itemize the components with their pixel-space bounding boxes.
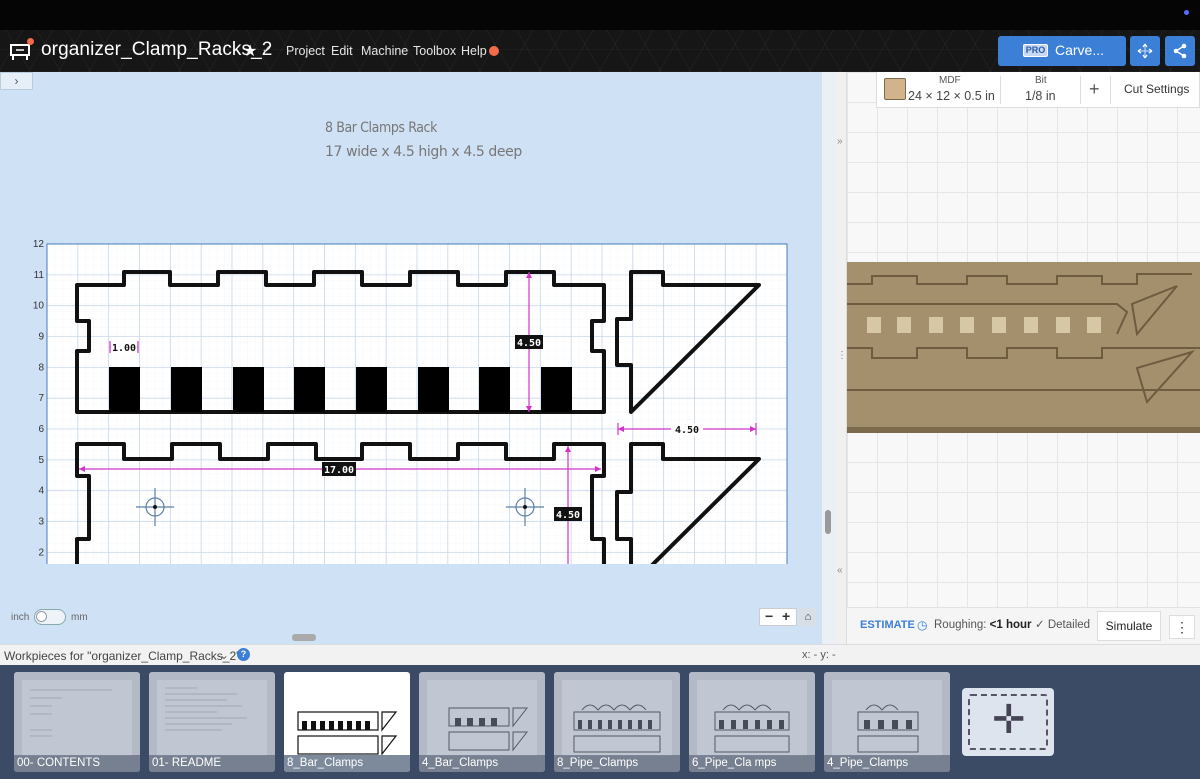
zoom-in-button[interactable]: + — [782, 608, 790, 624]
workpiece-card-active[interactable]: 8_Bar_Clamps — [284, 672, 410, 772]
y-tick-label: 4 — [38, 486, 44, 497]
workpieces-strip: 00- CONTENTS 01- README 8_Bar_Clamps 4_B… — [0, 665, 1200, 779]
workpieces-title: Workpieces for "organizer_Clamp_Racks_2" — [4, 649, 241, 663]
chevron-down-icon[interactable]: ⌄ — [219, 648, 229, 662]
material-name[interactable]: MDF — [939, 75, 961, 86]
menu-help[interactable]: Help — [461, 44, 487, 58]
clock-icon: ◷ — [917, 618, 928, 632]
unit-toggle[interactable] — [34, 609, 66, 625]
design-canvas[interactable]: › 8 Bar Clamps Rack 17 wide x 4.5 high x… — [0, 72, 836, 644]
notification-dot — [27, 38, 34, 45]
app-header: organizer_Clamp_Racks_2 ★ ✓ Project Edit… — [0, 30, 1200, 72]
workpiece-card[interactable]: 6_Pipe_Cla mps — [689, 672, 815, 772]
workpiece-label: 01- README — [149, 755, 275, 772]
workpiece-label: 8_Pipe_Clamps — [554, 755, 680, 772]
menu-edit[interactable]: Edit — [331, 44, 353, 58]
y-tick-label: 8 — [38, 362, 44, 373]
carve-button[interactable]: PRO Carve... — [998, 36, 1126, 66]
workpiece-label: 4_Bar_Clamps — [419, 755, 545, 772]
roughing-estimate: Roughing: <1 hour — [934, 619, 1032, 631]
cut-settings-button[interactable]: Cut Settings — [1124, 82, 1189, 96]
share-button[interactable] — [1165, 36, 1195, 66]
panel-collapse-bar[interactable]: » ⋮ « — [836, 72, 847, 644]
material-dimensions[interactable]: 24 × 12 × 0.5 in — [908, 89, 995, 103]
horizontal-scroll-thumb[interactable] — [292, 634, 316, 641]
machine-icon[interactable] — [9, 38, 34, 61]
status-dot — [1184, 10, 1189, 15]
cursor-coordinates: x: - y: - — [802, 649, 836, 661]
y-tick-label: 6 — [38, 424, 44, 435]
simulate-button[interactable]: Simulate — [1097, 611, 1161, 641]
collapse-left-icon: « — [837, 565, 843, 576]
help-notification-dot — [489, 46, 499, 56]
share-icon — [1173, 43, 1187, 59]
vertical-scroll-thumb[interactable] — [825, 510, 831, 534]
estimate-label[interactable]: ESTIMATE — [860, 619, 915, 631]
expand-sidebar-button[interactable]: › — [0, 72, 33, 90]
workpieces-header: Workpieces for "organizer_Clamp_Racks_2"… — [0, 644, 1200, 665]
machine-position-button[interactable] — [1130, 36, 1160, 66]
menu-project[interactable]: Project — [286, 44, 325, 58]
system-top-strip — [0, 0, 1200, 30]
workpiece-card[interactable]: 4_Bar_Clamps — [419, 672, 545, 772]
menu-toolbox[interactable]: Toolbox — [413, 44, 456, 58]
resize-handle-icon: ⋮ — [837, 350, 847, 361]
dim-top-height[interactable]: 4.50 — [517, 338, 541, 349]
y-tick-label: 2 — [38, 547, 44, 558]
add-bit-button[interactable]: + — [1089, 79, 1100, 100]
more-options-icon[interactable]: ⋮ — [1169, 615, 1195, 639]
workpiece-label: 8_Bar_Clamps — [284, 755, 410, 772]
home-icon[interactable]: ⌂ — [799, 608, 817, 626]
unit-inch-label: inch — [11, 612, 30, 623]
preview-panel: » ⋮ « — [836, 72, 1200, 644]
bit-label[interactable]: Bit — [1035, 75, 1047, 86]
bit-value[interactable]: 1/8 in — [1025, 89, 1056, 103]
workpiece-card[interactable]: 4_Pipe_Clamps — [824, 672, 950, 772]
project-title[interactable]: organizer_Clamp_Racks_2 — [41, 39, 272, 61]
dim-depth[interactable]: 4.50 — [675, 425, 699, 436]
dim-bottom-height[interactable]: 4.50 — [556, 510, 580, 521]
workpiece-card[interactable]: 00- CONTENTS — [14, 672, 140, 772]
unit-mm-label: mm — [71, 612, 88, 623]
material-swatch[interactable] — [884, 78, 906, 100]
y-tick-label: 3 — [38, 517, 44, 528]
dim-slot-width[interactable]: 1.00 — [112, 343, 136, 354]
zoom-out-button[interactable]: − — [765, 608, 773, 624]
dim-length[interactable]: 17.00 — [324, 465, 354, 476]
workpiece-label: 00- CONTENTS — [14, 755, 140, 772]
y-tick-label: 10 — [33, 301, 45, 312]
chevron-down-icon[interactable]: ✓ — [262, 43, 271, 56]
detailed-toggle[interactable]: ✓ Detailed — [1035, 617, 1090, 631]
workpiece-card[interactable]: 8_Pipe_Clamps — [554, 672, 680, 772]
menu-machine[interactable]: Machine — [361, 44, 408, 58]
plus-icon: ✛ — [992, 698, 1026, 742]
3d-preview[interactable] — [847, 72, 1200, 607]
move-arrows-icon — [1137, 43, 1153, 59]
workpiece-label: 4_Pipe_Clamps — [824, 755, 950, 772]
workpiece-card[interactable]: 01- README — [149, 672, 275, 772]
collapse-right-icon: » — [837, 136, 843, 147]
pro-badge: PRO — [1023, 44, 1048, 57]
workpiece-label: 6_Pipe_Cla mps — [689, 755, 815, 772]
y-tick-label: 12 — [33, 239, 45, 250]
estimate-bar: ESTIMATE ◷ Roughing: <1 hour ✓ Detailed … — [847, 607, 1200, 644]
material-bar: MDF 24 × 12 × 0.5 in Bit 1/8 in + Cut Se… — [876, 72, 1200, 108]
carve-label: Carve... — [1055, 42, 1105, 58]
add-workpiece-button[interactable]: ✛ — [962, 688, 1054, 756]
canvas-title: 8 Bar Clamps Rack — [325, 120, 437, 136]
y-tick-label: 9 — [38, 332, 44, 343]
star-icon[interactable]: ★ — [243, 41, 257, 61]
y-tick-label: 7 — [38, 393, 44, 404]
y-tick-label: 11 — [34, 270, 45, 281]
design-drawing[interactable]: 0123456789101112131415161718192021222324… — [0, 144, 836, 564]
help-icon[interactable]: ? — [237, 648, 250, 661]
zoom-control[interactable]: − + — [759, 608, 797, 626]
y-tick-label: 5 — [38, 455, 44, 466]
